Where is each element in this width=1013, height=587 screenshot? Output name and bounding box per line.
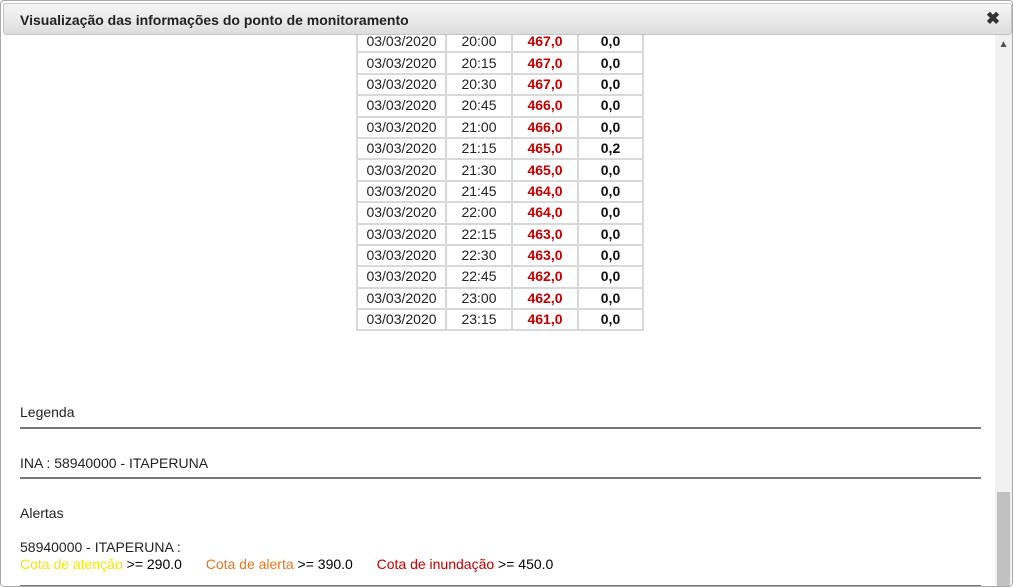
reading-date-cell: 03/03/2020 [356, 286, 447, 311]
reading-time-cell: 20:00 [445, 35, 513, 54]
flood-threshold-value: >= 450.0 [494, 556, 554, 572]
water-level-cell: 467,0 [511, 35, 579, 54]
water-level-cell: 467,0 [511, 51, 579, 75]
table-row: 03/03/2020 22:30 463,0 0,0 [356, 243, 644, 268]
reading-date-cell: 03/03/2020 [356, 201, 447, 225]
rainfall-cell: 0,0 [577, 51, 644, 75]
table-row: 03/03/2020 23:00 462,0 0,0 [356, 286, 644, 311]
reading-time-cell: 22:15 [445, 222, 513, 246]
legend-heading: Legenda [20, 404, 75, 420]
legend-station: INA : 58940000 - ITAPERUNA [20, 455, 209, 471]
water-level-cell: 463,0 [511, 243, 579, 268]
rainfall-cell: 0,2 [577, 136, 644, 161]
alert-thresholds: Cota de atenção >= 290.0 Cota de alerta … [20, 556, 553, 572]
vertical-scrollbar[interactable]: ▲ [995, 35, 1012, 586]
rainfall-cell: 0,0 [577, 222, 644, 246]
dialog-titlebar[interactable]: Visualização das informações do ponto de… [3, 3, 1012, 35]
table-row: 03/03/2020 21:30 465,0 0,0 [356, 158, 644, 182]
reading-date-cell: 03/03/2020 [356, 51, 447, 75]
water-level-cell: 464,0 [511, 179, 579, 204]
reading-time-cell: 21:30 [445, 158, 513, 182]
rainfall-cell: 0,0 [577, 201, 644, 225]
legend-divider [20, 427, 981, 429]
reading-time-cell: 22:30 [445, 243, 513, 268]
table-row: 03/03/2020 22:00 464,0 0,0 [356, 201, 644, 225]
table-row: 03/03/2020 22:15 463,0 0,0 [356, 222, 644, 246]
rainfall-cell: 0,0 [577, 158, 644, 182]
reading-date-cell: 03/03/2020 [356, 243, 447, 268]
reading-time-cell: 22:00 [445, 201, 513, 225]
water-level-cell: 461,0 [511, 308, 579, 332]
water-level-cell: 465,0 [511, 158, 579, 182]
reading-date-cell: 03/03/2020 [356, 265, 447, 289]
reading-time-cell: 20:30 [445, 72, 513, 97]
readings-table: 03/03/2020 20:00 467,0 0,0 03/03/2020 20:15 46… [356, 35, 644, 332]
water-level-cell: 463,0 [511, 222, 579, 246]
table-row: 03/03/2020 21:45 464,0 0,0 [356, 179, 644, 204]
alert-threshold-label: Cota de alerta [205, 556, 294, 572]
water-level-cell: 467,0 [511, 72, 579, 97]
reading-time-cell: 23:00 [445, 286, 513, 311]
flood-threshold-label: Cota de inundação [376, 556, 495, 572]
table-row: 03/03/2020 22:45 462,0 0,0 [356, 265, 644, 289]
reading-time-cell: 23:15 [445, 308, 513, 332]
reading-date-cell: 03/03/2020 [356, 136, 447, 161]
reading-date-cell: 03/03/2020 [356, 72, 447, 97]
table-row: 03/03/2020 20:15 467,0 0,0 [356, 51, 644, 75]
alerts-heading: Alertas [20, 505, 64, 521]
reading-date-cell: 03/03/2020 [356, 158, 447, 182]
station-divider [20, 477, 981, 479]
alerts-station: 58940000 - ITAPERUNA : [20, 539, 181, 555]
reading-time-cell: 21:45 [445, 179, 513, 204]
monitoring-point-dialog: Visualização das informações do ponto de… [0, 0, 1013, 587]
table-row: 03/03/2020 20:00 467,0 0,0 [356, 35, 644, 54]
water-level-cell: 466,0 [511, 94, 579, 118]
reading-date-cell: 03/03/2020 [356, 94, 447, 118]
table-row: 03/03/2020 20:30 467,0 0,0 [356, 72, 644, 97]
water-level-cell: 464,0 [511, 201, 579, 225]
water-level-cell: 462,0 [511, 286, 579, 311]
attention-threshold-value: >= 290.0 [122, 556, 182, 572]
reading-time-cell: 21:00 [445, 115, 513, 139]
rainfall-cell: 0,0 [577, 308, 644, 332]
table-row: 03/03/2020 20:45 466,0 0,0 [356, 94, 644, 118]
scroll-up-arrow-icon[interactable]: ▲ [995, 35, 1012, 52]
rainfall-cell: 0,0 [577, 72, 644, 97]
reading-time-cell: 22:45 [445, 265, 513, 289]
table-row: 03/03/2020 21:00 466,0 0,0 [356, 115, 644, 139]
reading-date-cell: 03/03/2020 [356, 222, 447, 246]
dialog-title: Visualização das informações do ponto de… [20, 12, 409, 28]
reading-date-cell: 03/03/2020 [356, 35, 447, 54]
attention-threshold-label: Cota de atenção [20, 556, 123, 572]
water-level-cell: 462,0 [511, 265, 579, 289]
table-row: 03/03/2020 21:15 465,0 0,2 [356, 136, 644, 161]
reading-date-cell: 03/03/2020 [356, 179, 447, 204]
scrollbar-thumb[interactable] [997, 492, 1010, 586]
rainfall-cell: 0,0 [577, 286, 644, 311]
reading-time-cell: 20:45 [445, 94, 513, 118]
reading-date-cell: 03/03/2020 [356, 115, 447, 139]
water-level-cell: 465,0 [511, 136, 579, 161]
water-level-cell: 466,0 [511, 115, 579, 139]
reading-time-cell: 20:15 [445, 51, 513, 75]
close-icon[interactable]: ✖ [985, 10, 1001, 28]
reading-time-cell: 21:15 [445, 136, 513, 161]
rainfall-cell: 0,0 [577, 35, 644, 54]
rainfall-cell: 0,0 [577, 265, 644, 289]
table-row: 03/03/2020 23:15 461,0 0,0 [356, 308, 644, 332]
rainfall-cell: 0,0 [577, 94, 644, 118]
rainfall-cell: 0,0 [577, 243, 644, 268]
rainfall-cell: 0,0 [577, 115, 644, 139]
rainfall-cell: 0,0 [577, 179, 644, 204]
alert-threshold-value: >= 390.0 [293, 556, 353, 572]
reading-date-cell: 03/03/2020 [356, 308, 447, 332]
dialog-content: 03/03/2020 20:00 467,0 0,0 03/03/2020 20:15 46… [3, 35, 995, 586]
